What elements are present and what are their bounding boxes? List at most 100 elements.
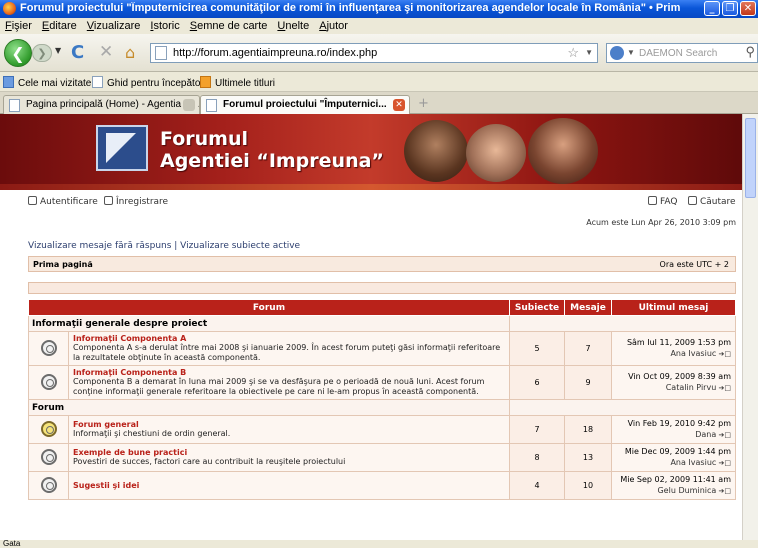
posts-count: 9	[564, 365, 612, 400]
menu-history[interactable]: Istoric	[145, 18, 184, 32]
search-icon	[688, 196, 697, 205]
page-icon	[155, 46, 167, 60]
maximize-button[interactable]: ❐	[722, 1, 738, 16]
url-bar[interactable]: http://forum.agentiaimpreuna.ro/index.ph…	[150, 43, 598, 63]
menu-bookmarks[interactable]: Semne de carte	[185, 18, 273, 32]
tab-agentia-home[interactable]: Pagina principală (Home) - Agentia de ..…	[3, 95, 200, 114]
page-icon	[206, 99, 217, 112]
url-text[interactable]: http://forum.agentiaimpreuna.ro/index.ph…	[173, 47, 377, 59]
topics-count: 6	[509, 365, 565, 400]
banner-photo	[528, 118, 598, 184]
col-forum: Forum	[28, 299, 510, 316]
forum-title[interactable]: Exemple de bune practici	[73, 448, 505, 457]
col-last-post: Ultimul mesaj	[611, 299, 736, 316]
timezone-text: Ora este UTC + 2	[659, 260, 729, 269]
last-post-author[interactable]: Ana Ivasiuc	[616, 348, 731, 360]
forward-button[interactable]: ❯	[32, 44, 52, 62]
bookmark-star-icon[interactable]: ☆	[567, 45, 579, 61]
last-post: Mie Dec 09, 2009 1:44 pm Ana Ivasiuc	[611, 443, 736, 472]
new-tab-button[interactable]: +	[418, 96, 429, 111]
login-link[interactable]: Autentificare	[28, 196, 98, 207]
col-posts: Mesaje	[564, 299, 612, 316]
forum-row: Exemple de bune practici Povestiri de su…	[28, 443, 736, 472]
bookmark-latest-headlines[interactable]: Ultimele titluri	[200, 76, 275, 89]
category-name[interactable]: Forum	[28, 399, 510, 416]
scrollbar-thumb[interactable]	[745, 118, 756, 198]
search-engine-icon[interactable]	[610, 46, 624, 60]
forum-title[interactable]: Informaţii Componenta B	[73, 368, 505, 377]
banner-strip	[0, 184, 742, 190]
breadcrumb-home[interactable]: Prima pagină	[33, 260, 93, 269]
firefox-icon	[3, 2, 16, 15]
rss-icon	[200, 76, 211, 88]
vertical-scrollbar[interactable]	[742, 114, 758, 540]
close-button[interactable]: ✕	[740, 1, 756, 16]
faq-link[interactable]: FAQ	[648, 196, 677, 207]
tab-forum[interactable]: Forumul proiectului "Împuternici... ✕	[200, 95, 410, 114]
last-post-author[interactable]: Ana Ivasiuc	[616, 457, 731, 469]
menu-help[interactable]: Ajutor	[314, 18, 353, 32]
history-dropdown-icon[interactable]: ▼	[55, 46, 61, 55]
magnifier-icon[interactable]: ⚲	[745, 44, 755, 60]
forum-description: Povestiri de succes, factori care au con…	[73, 457, 346, 466]
category-name[interactable]: Informaţii generale despre proiect	[28, 315, 510, 332]
stop-button[interactable]: ✕	[99, 42, 113, 62]
top-links: Autentificare Înregistrare FAQ Căutare	[28, 194, 736, 208]
menu-edit[interactable]: Editare	[37, 18, 82, 32]
register-link[interactable]: Înregistrare	[104, 196, 168, 207]
browser-window: Forumul proiectului "Împuternicirea comu…	[0, 0, 758, 548]
bookmark-icon	[3, 76, 14, 88]
menu-view[interactable]: Vizualizare	[82, 18, 146, 32]
forum-title[interactable]: Forum general	[73, 420, 505, 429]
back-button[interactable]: ❮	[4, 39, 32, 67]
bookmark-getting-started[interactable]: Ghid pentru începători	[92, 76, 206, 89]
bookmark-most-visited[interactable]: Cele mai vizitate	[3, 76, 91, 89]
forum-row: Informaţii Componenta B Componenta B a d…	[28, 365, 736, 400]
forum-new-posts-icon	[40, 420, 57, 437]
category-row: Forum	[28, 399, 736, 416]
last-post-author[interactable]: Catalin Pirvu	[616, 382, 731, 394]
topics-count: 5	[509, 331, 565, 366]
reload-button[interactable]: C	[71, 42, 84, 63]
last-post-author[interactable]: Gelu Duminica	[616, 485, 731, 497]
forum-read-icon	[40, 476, 57, 493]
topics-count: 4	[509, 471, 565, 500]
last-post-author[interactable]: Dana	[616, 429, 731, 441]
last-post: Vin Feb 19, 2010 9:42 pm Dana	[611, 415, 736, 444]
menu-tools[interactable]: Unelte	[272, 18, 314, 32]
posts-count: 10	[564, 471, 612, 500]
forum-row: Sugestii şi idei 4 10 Mie Sep 02, 2009 1…	[28, 471, 736, 500]
forum-title[interactable]: Sugestii şi idei	[73, 481, 505, 490]
last-post: Sâm Iul 11, 2009 1:53 pm Ana Ivasiuc	[611, 331, 736, 366]
forum-read-icon	[40, 339, 57, 356]
forum-row: Informaţii Componenta A Componenta A s-a…	[28, 331, 736, 366]
tab-close-icon[interactable]	[183, 99, 195, 111]
site-logo[interactable]	[96, 125, 148, 171]
forum-read-icon	[40, 373, 57, 390]
register-icon	[104, 196, 113, 205]
url-dropdown-icon[interactable]: ▼	[585, 48, 593, 57]
forum-description: Componenta B a demarat în luna mai 2009 …	[73, 377, 485, 396]
status-bar: Gata	[0, 540, 758, 548]
banner-photo	[466, 124, 526, 182]
minimize-button[interactable]: _	[704, 1, 720, 16]
page-icon	[9, 99, 20, 112]
posts-count: 18	[564, 415, 612, 444]
view-links[interactable]: Vizualizare mesaje fără răspuns | Vizual…	[28, 241, 300, 251]
category-row: Informaţii generale despre proiect	[28, 315, 736, 332]
forum-title[interactable]: Informaţii Componenta A	[73, 334, 505, 343]
tab-close-icon[interactable]: ✕	[393, 99, 405, 111]
banner-title: Forumul Agentiei “Impreuna”	[160, 128, 384, 172]
menu-bar: Fişier Editare Vizualizare Istoric Semne de …	[0, 18, 758, 34]
last-post: Vin Oct 09, 2009 8:39 am Catalin Pirvu	[611, 365, 736, 400]
home-button[interactable]: ⌂	[125, 43, 135, 62]
page-viewport: Forumul Agentiei “Impreuna” Autentificar…	[0, 114, 742, 540]
search-input[interactable]: DAEMON Search	[639, 48, 717, 59]
search-box[interactable]: ▼ DAEMON Search ⚲	[606, 43, 758, 63]
forum-row: Forum general Informaţii şi chestiuni de…	[28, 415, 736, 444]
site-banner: Forumul Agentiei “Impreuna”	[0, 114, 742, 190]
menu-file[interactable]: Fişier	[0, 18, 37, 32]
search-engine-dropdown-icon[interactable]: ▼	[627, 48, 635, 57]
search-link[interactable]: Căutare	[688, 196, 736, 207]
forum-description: Componenta A s-a derulat între mai 2008 …	[73, 343, 501, 362]
